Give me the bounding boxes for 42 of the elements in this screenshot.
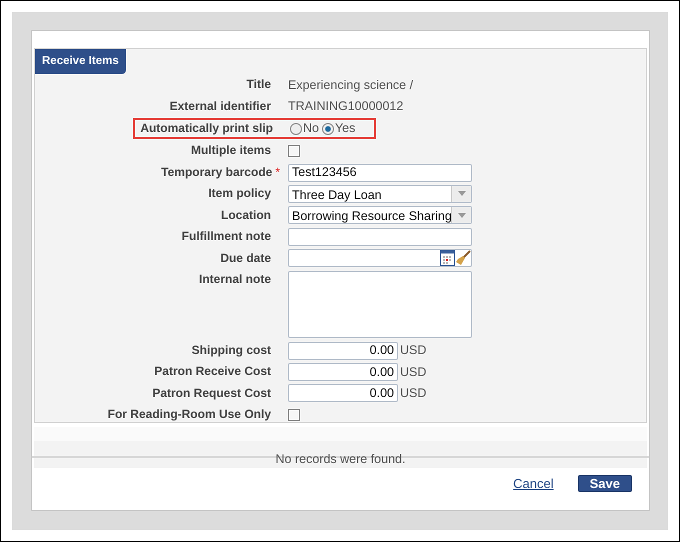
field-label: Internal note xyxy=(198,270,271,288)
checkbox[interactable] xyxy=(288,408,300,421)
radio-label[interactable]: Yes xyxy=(334,120,356,138)
radio-button[interactable] xyxy=(290,122,302,135)
field-label: Patron Request Cost xyxy=(152,384,271,402)
field-label: Temporary barcode xyxy=(161,164,272,181)
currency-label: USD xyxy=(400,342,426,360)
field-label: Patron Receive Cost xyxy=(154,363,271,380)
dropdown[interactable]: Borrowing Resource Sharing xyxy=(288,206,472,224)
radio-button[interactable] xyxy=(322,122,334,135)
date-field[interactable] xyxy=(288,249,472,268)
cancel-link[interactable]: Cancel xyxy=(513,474,554,494)
field-label: Fulfillment note xyxy=(182,228,271,246)
field-label: Location xyxy=(221,206,271,224)
checkbox[interactable] xyxy=(288,145,300,158)
currency-label: USD xyxy=(400,385,426,402)
input-field[interactable] xyxy=(288,228,472,246)
currency-label: USD xyxy=(400,364,426,381)
save-button[interactable]: Save xyxy=(578,475,632,492)
dropdown[interactable]: Three Day Loan xyxy=(288,184,472,203)
field-label: Automatically print slip xyxy=(140,120,273,138)
input-field[interactable]: Test123456 xyxy=(288,164,472,182)
required-mark: * xyxy=(275,164,280,181)
field-label: Title xyxy=(246,76,271,94)
field-label: Shipping cost xyxy=(192,342,271,359)
input-field[interactable]: 0.00 xyxy=(288,342,398,360)
field-label: For Reading-Room Use Only xyxy=(108,406,271,424)
caret-icon xyxy=(458,212,466,218)
field-label: Item policy xyxy=(208,185,271,202)
field-label: External identifier xyxy=(170,98,271,115)
input-field[interactable]: 0.00 xyxy=(288,363,398,382)
field-label: Due date xyxy=(220,250,271,266)
calendar-icon[interactable] xyxy=(440,250,455,266)
radio-label[interactable]: No xyxy=(303,120,319,138)
caret-icon xyxy=(458,191,466,196)
field-label: Multiple items xyxy=(190,142,271,160)
input-field[interactable]: 0.00 xyxy=(288,384,398,402)
empty-message: No records were found. xyxy=(276,452,406,466)
field-value: TRAINING10000012 xyxy=(288,98,404,115)
broom-icon[interactable] xyxy=(455,250,471,266)
field-value: Experiencing science / xyxy=(288,76,414,94)
panel-tab[interactable]: Receive Items xyxy=(35,49,126,74)
